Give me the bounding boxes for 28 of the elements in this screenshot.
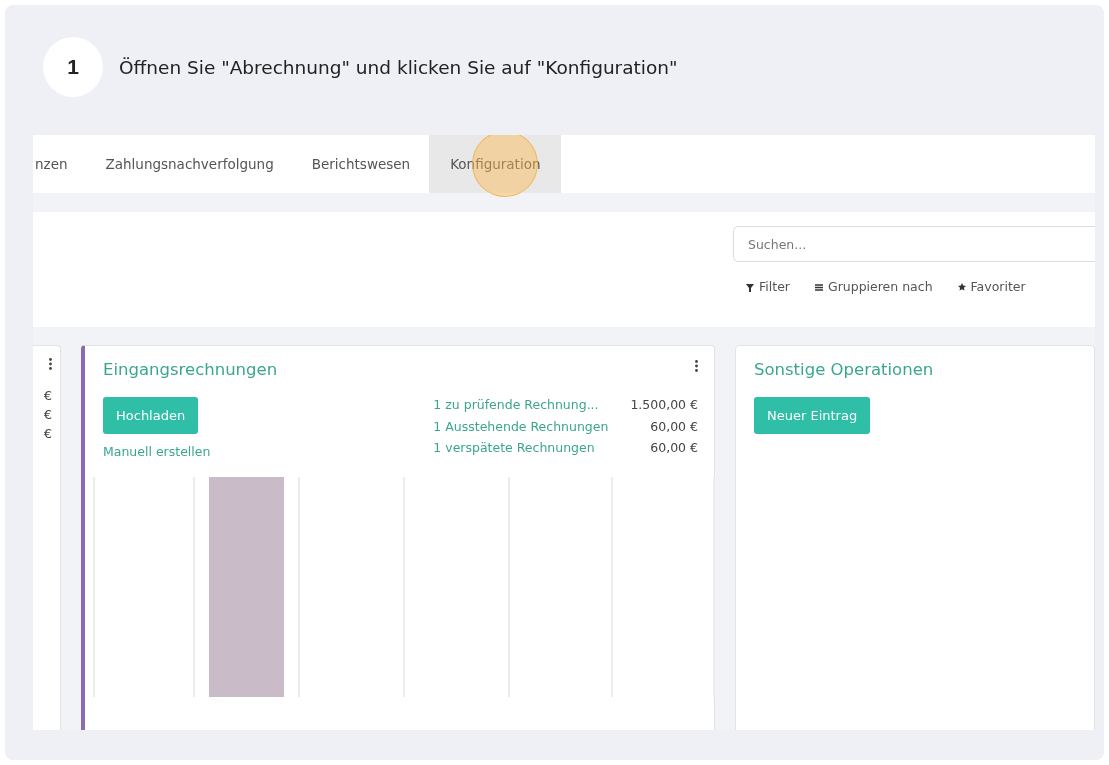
step-number: 1 — [43, 37, 103, 97]
filter-icon — [745, 281, 755, 292]
filter-menu-button[interactable]: Gruppieren nach — [813, 279, 933, 294]
step-instruction: Öffnen Sie "Abrechnung" und klicken Sie auf "Konfiguration" — [119, 56, 678, 78]
filter-menu-button[interactable]: Filter — [745, 279, 790, 294]
primary-button[interactable]: Hochladen — [103, 397, 199, 434]
invoice-link[interactable]: 1 zu prüfende Rechnung... — [433, 397, 609, 416]
create-link[interactable]: Manuell erstellen — [103, 444, 211, 459]
filter-menu-button[interactable]: Favoriter — [956, 279, 1026, 294]
amount-text: 60,00 € — [649, 418, 698, 436]
amount-text: € — [43, 426, 52, 441]
card-title: Eingangsrechnungen — [103, 360, 278, 379]
primary-button[interactable]: Neuer Eintrag — [754, 397, 871, 434]
card-title: Sonstige Operationen — [754, 360, 934, 379]
amount-text: 60,00 € — [649, 440, 698, 458]
amount-text: 1.500,00 € — [630, 397, 698, 414]
invoice-link[interactable]: 1 Ausstehende Rechnungen — [433, 418, 609, 438]
invoice-link[interactable]: 1 verspätete Rechnungen — [433, 440, 609, 459]
star-icon — [956, 281, 967, 292]
nav-tab[interactable]: Zahlungsnachverfolgung — [86, 135, 293, 193]
nav-tab[interactable]: Berichtswesen — [292, 135, 430, 193]
amount-text: € — [43, 407, 52, 422]
nav-tab[interactable]: nzen — [33, 135, 87, 193]
kebab-menu-icon — [49, 358, 52, 370]
search-field[interactable]: Suchen... — [733, 226, 1095, 262]
list-icon — [813, 281, 824, 292]
kebab-menu-icon — [695, 360, 698, 372]
amount-text: € — [43, 388, 52, 403]
